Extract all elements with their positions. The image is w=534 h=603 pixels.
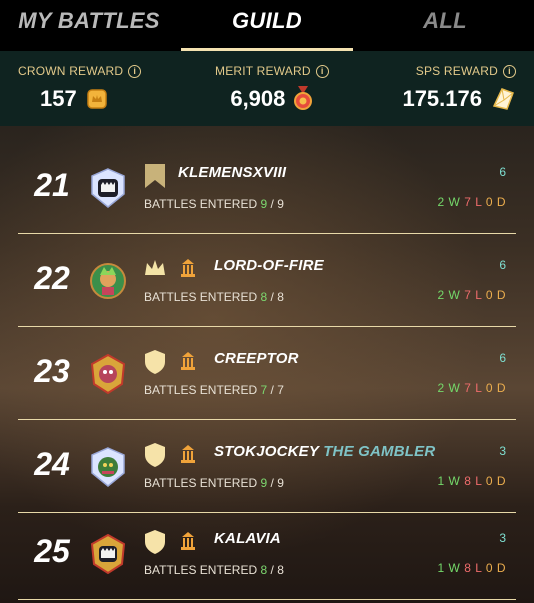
shield-badge-icon <box>145 530 165 554</box>
rank-number: 22 <box>34 260 70 296</box>
battles-entered: BATTLES ENTERED 9 / 9 <box>144 197 284 211</box>
win-loss-draw: 2 W 7 L 0 D <box>437 195 506 209</box>
rank-number: 24 <box>34 446 70 482</box>
player-name[interactable]: STOKJOCKEY THE GAMBLER <box>214 443 435 460</box>
info-icon[interactable]: i <box>315 64 329 78</box>
battles-entered: BATTLES ENTERED 9 / 9 <box>144 476 284 490</box>
guild-hall-icon <box>181 259 195 277</box>
player-name[interactable]: KLEMENSXVIII <box>178 164 286 181</box>
battles-entered: BATTLES ENTERED 8 / 8 <box>144 563 284 577</box>
win-loss-draw: 2 W 7 L 0 D <box>437 288 506 302</box>
merit-reward-value: 6,908 <box>230 86 286 111</box>
rank-number: 23 <box>34 353 70 389</box>
leaderboard-row[interactable]: 23 CREEPTOR BATTLES ENTERED 7 / 7 6 2 W … <box>18 327 516 420</box>
leaderboard-row[interactable]: 24 STOKJOCKEY THE GAMBLER BATTLES ENTERE… <box>18 420 516 513</box>
score: 3 <box>499 444 506 458</box>
shield-badge-icon <box>145 350 165 374</box>
battles-entered: BATTLES ENTERED 7 / 7 <box>144 383 284 397</box>
player-name[interactable]: KALAVIA <box>214 530 281 547</box>
win-loss-draw: 2 W 7 L 0 D <box>437 381 506 395</box>
score: 6 <box>499 351 506 365</box>
battles-entered: BATTLES ENTERED 8 / 8 <box>144 290 284 304</box>
guild-hall-icon <box>181 445 195 463</box>
player-title: THE GAMBLER <box>323 443 436 460</box>
merit-medal-icon <box>294 86 313 110</box>
guild-avatar-icon <box>90 263 126 299</box>
rank-number: 21 <box>34 167 70 203</box>
crown-badge-icon <box>145 260 165 275</box>
guild-avatar-icon <box>90 534 126 574</box>
player-name[interactable]: CREEPTOR <box>214 350 299 367</box>
tab-bar: MY BATTLES GUILD ALL <box>0 0 534 51</box>
crown-token-icon <box>86 89 107 109</box>
rank-number: 25 <box>34 533 70 569</box>
player-name[interactable]: LORD-OF-FIRE <box>214 257 324 274</box>
info-icon[interactable]: i <box>128 64 142 78</box>
leaderboard-row[interactable]: 21 KLEMENSXVIII BATTLES ENTERED 9 / 9 6 … <box>18 141 516 234</box>
crown-reward: CROWN REWARD i 157 <box>18 51 142 126</box>
win-loss-draw: 1 W 8 L 0 D <box>437 561 506 575</box>
win-loss-draw: 1 W 8 L 0 D <box>437 474 506 488</box>
sps-reward-value: 175.176 <box>402 86 482 111</box>
merit-reward-label: MERIT REWARD <box>215 64 311 78</box>
score: 6 <box>499 258 506 272</box>
info-icon[interactable]: i <box>502 64 516 78</box>
leaderboard-row[interactable]: 22 LORD-OF-FIRE BATTLES ENTERED 8 / 8 6 … <box>18 234 516 327</box>
shield-badge-icon <box>145 443 165 467</box>
rewards-panel: CROWN REWARD i 157 MERIT REWARD i 6,908 SP… <box>0 51 534 126</box>
score: 6 <box>499 165 506 179</box>
guild-avatar-icon <box>91 168 125 208</box>
guild-avatar-icon <box>90 354 126 394</box>
sps-crystal-icon <box>492 88 514 110</box>
tab-all[interactable]: ALL <box>356 0 534 51</box>
tab-guild[interactable]: GUILD <box>178 0 356 51</box>
tab-my-battles[interactable]: MY BATTLES <box>0 0 178 51</box>
sps-reward: SPS REWARD i 175.176 <box>402 51 516 126</box>
score: 3 <box>499 531 506 545</box>
crown-reward-value: 157 <box>40 86 77 111</box>
guild-hall-icon <box>181 352 195 370</box>
banner-badge-icon <box>145 164 165 188</box>
crown-reward-label: CROWN REWARD <box>18 64 124 78</box>
guild-hall-icon <box>181 532 195 550</box>
sps-reward-label: SPS REWARD <box>415 64 498 78</box>
leaderboard-row[interactable]: 25 KALAVIA BATTLES ENTERED 8 / 8 3 1 W 8… <box>18 507 516 600</box>
guild-avatar-icon <box>91 447 125 487</box>
merit-reward: MERIT REWARD i 6,908 <box>215 51 329 126</box>
